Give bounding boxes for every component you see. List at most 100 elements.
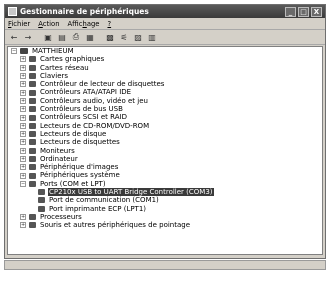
menu-view[interactable]: Affichage (68, 20, 100, 28)
tree-device[interactable]: Port imprimante ECP (LPT1) (8, 205, 322, 213)
expand-icon[interactable]: + (20, 97, 26, 104)
tree-category[interactable]: − Ports (COM et LPT) (8, 180, 322, 188)
tree-category[interactable]: + Périphérique d'images (8, 163, 322, 171)
minimize-button[interactable]: _ (285, 6, 296, 17)
device-category-icon (29, 147, 36, 154)
uninstall-icon[interactable]: ▨ (132, 32, 144, 43)
tree-category[interactable]: + Contrôleurs SCSI et RAID (8, 113, 322, 121)
tree-device[interactable]: Port de communication (COM1) (8, 196, 322, 204)
forward-icon[interactable]: → (22, 32, 34, 43)
port-device-icon (38, 189, 45, 196)
tree-item-label: Périphériques système (40, 171, 120, 180)
tree-item-label: Lecteurs de disque (40, 129, 107, 138)
disable-icon[interactable]: ▥ (146, 32, 158, 43)
device-category-icon (29, 114, 36, 121)
tree-item-label: Périphérique d'images (40, 163, 119, 172)
tree-category[interactable]: + Lecteurs de disquettes (8, 138, 322, 146)
status-bar (4, 260, 326, 270)
tree-category[interactable]: + Cartes réseau (8, 64, 322, 72)
up-icon[interactable]: ▣ (42, 32, 54, 43)
tree-device[interactable]: CP210x USB to UART Bridge Controller (CO… (8, 188, 322, 197)
print-icon[interactable]: ⎙ (70, 32, 82, 43)
window-controls: _ □ X (285, 6, 322, 17)
expand-icon[interactable]: + (20, 172, 26, 179)
help-icon[interactable]: ▦ (84, 32, 96, 43)
device-category-icon (29, 180, 36, 187)
tree-category[interactable]: + Contrôleurs audio, vidéo et jeu (8, 97, 322, 105)
tree-item-label: Contrôleur de lecteur de disquettes (40, 80, 165, 89)
close-button[interactable]: X (311, 6, 322, 17)
tree-item-label: Moniteurs (40, 146, 75, 155)
tree-category[interactable]: + Cartes graphiques (8, 55, 322, 63)
device-category-icon (29, 164, 36, 171)
tree-category[interactable]: + Périphériques système (8, 171, 322, 179)
device-category-icon (29, 64, 36, 71)
expand-icon[interactable]: + (20, 147, 26, 154)
tree-item-label: Souris et autres périphériques de pointa… (40, 221, 191, 230)
expand-icon[interactable]: + (20, 56, 26, 63)
expand-icon[interactable]: + (20, 222, 26, 229)
back-icon[interactable]: ← (8, 32, 20, 43)
expand-icon[interactable]: + (20, 73, 26, 80)
expand-icon[interactable]: + (20, 156, 26, 162)
tree-category[interactable]: + Contrôleurs ATA/ATAPI IDE (8, 88, 322, 96)
tree-item-label: Contrôleurs audio, vidéo et jeu (40, 96, 148, 105)
tree-category[interactable]: + Lecteurs de CD-ROM/DVD-ROM (8, 122, 322, 130)
tree-item-label: Port de communication (COM1) (49, 196, 159, 205)
device-manager-icon (8, 7, 17, 16)
title-bar[interactable]: Gestionnaire de périphériques _ □ X (5, 5, 325, 18)
expand-icon[interactable]: + (20, 81, 26, 88)
tree-item-label: Ports (COM et LPT) (40, 179, 106, 188)
tree-category[interactable]: + Ordinateur (8, 155, 322, 163)
tree-root[interactable]: − MATTHIEUM (8, 47, 322, 55)
collapse-icon[interactable]: − (11, 48, 17, 55)
maximize-button[interactable]: □ (298, 6, 309, 17)
tree-category[interactable]: + Contrôleurs de bus USB (8, 105, 322, 113)
port-device-icon (38, 197, 45, 204)
window-title: Gestionnaire de périphériques (20, 7, 149, 16)
tree-category[interactable]: + Claviers (8, 72, 322, 80)
collapse-icon[interactable]: − (20, 180, 26, 187)
menu-file[interactable]: Fichier (8, 20, 30, 28)
tree-item-label: Contrôleurs SCSI et RAID (40, 113, 127, 122)
device-category-icon (29, 73, 36, 80)
tree-category[interactable]: + Souris et autres périphériques de point… (8, 221, 322, 229)
scan-icon[interactable]: ▩ (104, 32, 116, 43)
device-category-icon (29, 156, 36, 162)
tree-item-label: Lecteurs de CD-ROM/DVD-ROM (40, 121, 150, 130)
device-category-icon (29, 56, 36, 63)
port-device-icon (38, 205, 45, 212)
device-category-icon (29, 89, 36, 96)
tree-category[interactable]: + Moniteurs (8, 147, 322, 155)
tree-item-label: Cartes réseau (40, 63, 89, 72)
device-category-icon (29, 97, 36, 104)
expand-icon[interactable]: + (20, 139, 26, 146)
expand-icon[interactable]: + (20, 89, 26, 96)
update-icon[interactable]: ⚟ (118, 32, 130, 43)
menu-bar: Fichier Action Affichage ? (5, 18, 325, 30)
toolbar-separator (36, 32, 40, 43)
expand-icon[interactable]: + (20, 164, 26, 171)
device-tree[interactable]: − MATTHIEUM + Cartes graphiques + Cartes rése… (7, 46, 323, 255)
tree-category[interactable]: + Processeurs (8, 213, 322, 221)
tree-item-label: Cartes graphiques (40, 55, 105, 64)
expand-icon[interactable]: + (20, 131, 26, 138)
properties-icon[interactable]: ▤ (56, 32, 68, 43)
tree-item-label: CP210x USB to UART Bridge Controller (CO… (48, 188, 214, 197)
expand-icon[interactable]: + (20, 114, 26, 121)
tree-item-label: Claviers (40, 71, 69, 80)
menu-action[interactable]: Action (38, 20, 59, 28)
device-category-icon (29, 222, 36, 229)
expand-icon[interactable]: + (20, 122, 26, 129)
menu-help[interactable]: ? (107, 20, 111, 28)
device-category-icon (29, 106, 36, 113)
device-category-icon (29, 139, 36, 146)
tree-category[interactable]: + Lecteurs de disque (8, 130, 322, 138)
expand-icon[interactable]: + (20, 106, 26, 113)
expand-icon[interactable]: + (20, 214, 26, 221)
expand-icon[interactable]: + (20, 64, 26, 71)
device-category-icon (29, 122, 36, 129)
tree-category[interactable]: + Contrôleur de lecteur de disquettes (8, 80, 322, 88)
device-manager-window: Gestionnaire de périphériques _ □ X Fich… (4, 4, 326, 259)
tree-item-label: Ordinateur (40, 154, 78, 163)
